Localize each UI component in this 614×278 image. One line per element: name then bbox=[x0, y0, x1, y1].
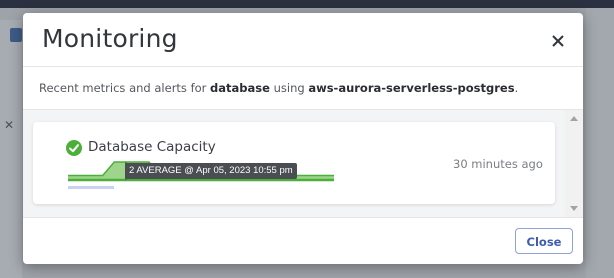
metrics-list[interactable]: Database Capacity 30 minutes ago 2 AVERA… bbox=[23, 110, 583, 217]
modal-title: Monitoring bbox=[42, 24, 178, 53]
close-x-glyph bbox=[552, 35, 564, 47]
scroll-up-arrow-icon[interactable] bbox=[570, 116, 578, 121]
background-close-icon: ✕ bbox=[4, 118, 15, 132]
sparkline-range-brush[interactable] bbox=[68, 186, 114, 189]
background-side-panel bbox=[0, 20, 22, 278]
check-circle-icon bbox=[66, 140, 82, 156]
modal-description: Recent metrics and alerts for database u… bbox=[39, 81, 518, 95]
check-glyph bbox=[69, 144, 79, 153]
description-middle: using bbox=[269, 81, 309, 95]
metric-updated-time: 30 minutes ago bbox=[453, 157, 543, 171]
engine-name: aws-aurora-serverless-postgres bbox=[308, 81, 515, 95]
background-topbar bbox=[0, 0, 614, 8]
header-divider bbox=[23, 66, 583, 67]
close-icon[interactable] bbox=[548, 31, 568, 51]
description-suffix: . bbox=[514, 81, 519, 95]
metric-name: Database Capacity bbox=[88, 139, 216, 155]
scroll-down-arrow-icon[interactable] bbox=[570, 206, 578, 211]
description-prefix: Recent metrics and alerts for bbox=[39, 81, 211, 95]
background-right-panel bbox=[586, 8, 614, 278]
resource-name: database bbox=[210, 81, 270, 95]
monitoring-modal: Monitoring Recent metrics and alerts for… bbox=[23, 13, 583, 264]
footer-divider bbox=[23, 217, 583, 218]
sparkline-tooltip: 2 AVERAGE @ Apr 05, 2023 10:55 pm bbox=[125, 163, 297, 179]
metric-card[interactable]: Database Capacity 30 minutes ago 2 AVERA… bbox=[33, 122, 555, 204]
close-button[interactable]: Close bbox=[515, 228, 573, 254]
vertical-scrollbar[interactable] bbox=[565, 110, 583, 217]
background-app-icon bbox=[10, 28, 22, 42]
